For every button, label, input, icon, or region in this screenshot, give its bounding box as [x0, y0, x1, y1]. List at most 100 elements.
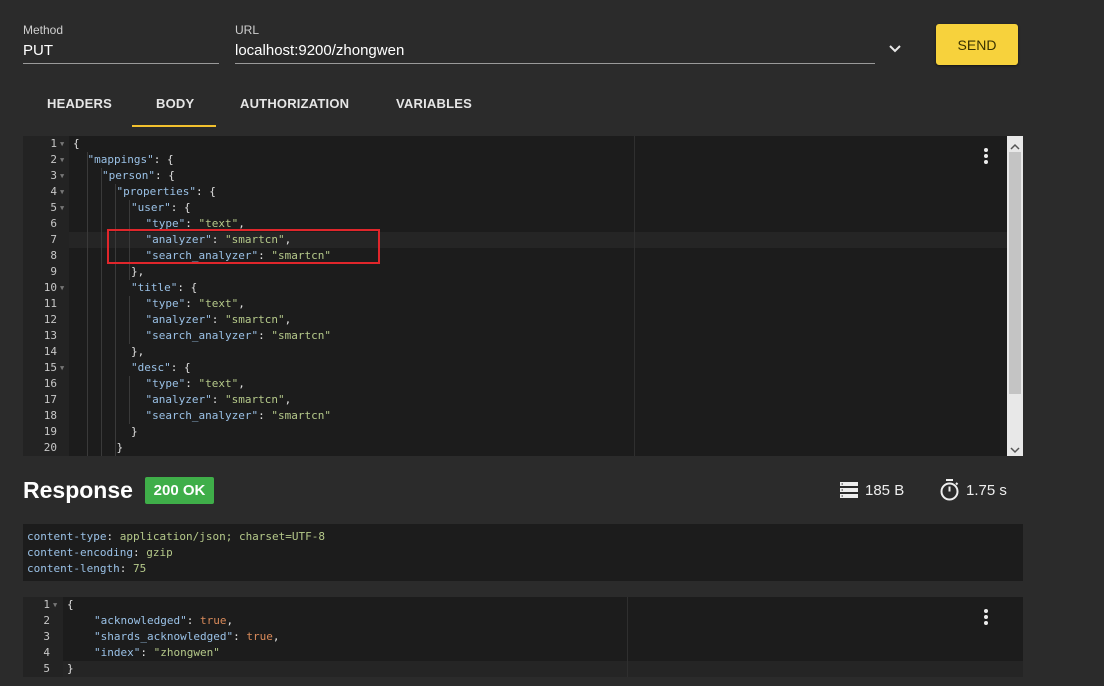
tab-headers[interactable]: HEADERS: [47, 96, 112, 111]
json-key: "type": [145, 297, 186, 310]
line-number: 12: [43, 313, 57, 326]
code-line: {: [73, 136, 80, 152]
json-punctuation: }: [67, 662, 74, 675]
status-badge: 200 OK: [145, 477, 214, 504]
json-key: "analyzer": [145, 393, 212, 406]
header-key: content-encoding: [27, 546, 133, 559]
line-number: 3: [50, 169, 57, 182]
code-line: "person": {: [102, 168, 175, 184]
response-body-editor[interactable]: 1 ▼ {2 "acknowledged": true, 3 "shards_acknow…: [23, 597, 1023, 677]
json-punctuation: ,: [238, 377, 245, 390]
header-value: application/json; charset=UTF-8: [119, 530, 326, 543]
line-number: 11: [43, 297, 57, 310]
fold-toggle-icon[interactable]: ▼: [60, 152, 64, 168]
line-number: 19: [43, 425, 57, 438]
tab-variables[interactable]: VARIABLES: [396, 96, 472, 111]
highlight-annotation-box: [107, 229, 380, 264]
json-string: "zhongwen": [153, 646, 220, 659]
line-number: 8: [50, 249, 57, 262]
json-string: "text": [198, 297, 239, 310]
scrollbar-thumb[interactable]: [1009, 152, 1021, 394]
fold-toggle-icon[interactable]: ▼: [60, 136, 64, 152]
json-string: "smartcn": [224, 393, 285, 406]
fold-toggle-icon[interactable]: ▼: [60, 360, 64, 376]
json-punctuation: ,: [284, 393, 292, 406]
code-line: "analyzer": "smartcn",: [146, 312, 292, 328]
code-line: "type": "text",: [146, 296, 245, 312]
json-key: "person": [102, 169, 155, 182]
json-key: "index": [94, 646, 141, 659]
response-print-margin: [627, 597, 628, 677]
active-tab-indicator: [132, 125, 216, 127]
stopwatch-icon: [939, 479, 960, 501]
line-number: 1: [50, 137, 57, 150]
body-scrollbar[interactable]: [1007, 136, 1023, 456]
header-key: content-type: [27, 530, 107, 543]
json-punctuation: :: [140, 646, 154, 659]
json-punctuation: {: [73, 137, 80, 150]
response-more-options-icon[interactable]: [984, 609, 988, 627]
fold-toggle-icon[interactable]: ▼: [60, 168, 64, 184]
url-input[interactable]: localhost:9200/zhongwen: [235, 42, 404, 59]
body-more-options-icon[interactable]: [984, 148, 988, 166]
json-punctuation: :: [258, 329, 272, 342]
json-string: "smartcn": [271, 329, 331, 342]
json-key: "user": [131, 201, 171, 214]
header-key: content-length: [27, 562, 120, 575]
method-underline: [23, 63, 219, 64]
json-key: "desc": [131, 361, 171, 374]
line-number: 5: [43, 662, 50, 675]
line-number: 3: [43, 630, 50, 643]
tab-body[interactable]: BODY: [156, 96, 194, 111]
response-title: Response: [23, 477, 133, 503]
json-boolean: true: [199, 614, 227, 627]
header-value: 75: [132, 562, 147, 575]
json-key: "search_analyzer": [145, 409, 259, 422]
line-number: 7: [50, 233, 57, 246]
json-key: "type": [145, 377, 186, 390]
json-punctuation: }: [116, 441, 124, 454]
code-line: "index": "zhongwen": [94, 645, 220, 661]
line-number: 6: [50, 217, 57, 230]
json-punctuation: :: [211, 393, 225, 406]
method-label: Method: [23, 23, 64, 37]
fold-toggle-icon[interactable]: ▼: [60, 200, 64, 216]
json-punctuation: },: [131, 265, 145, 278]
line-number: 16: [43, 377, 57, 390]
fold-toggle-icon[interactable]: ▼: [60, 280, 64, 296]
line-number: 1: [43, 598, 50, 611]
body-editor[interactable]: 1 ▼{2 ▼ "mappings": {3 ▼ "person": {4 ▼ "proper…: [23, 136, 1007, 456]
code-line: }: [131, 424, 138, 440]
json-punctuation: {: [67, 598, 74, 611]
response-time: 1.75 s: [966, 482, 1007, 499]
tab-authorization[interactable]: AUTHORIZATION: [240, 96, 349, 111]
response-active-line: [63, 661, 1023, 677]
header-row: content-encoding: gzip: [27, 546, 173, 559]
json-punctuation: :: [258, 409, 272, 422]
json-key: "title": [131, 281, 178, 294]
indent-guide: [87, 152, 88, 456]
fold-toggle-icon[interactable]: ▼: [60, 184, 64, 200]
json-punctuation: : {: [153, 153, 174, 166]
fold-toggle-icon[interactable]: ▼: [53, 597, 57, 613]
json-punctuation: :: [186, 614, 200, 627]
json-string: "smartcn": [224, 313, 285, 326]
json-key: "properties": [116, 185, 196, 198]
line-number: 20: [43, 441, 57, 454]
json-punctuation: : {: [195, 185, 216, 198]
json-punctuation: : {: [170, 201, 191, 214]
code-line: }: [117, 440, 124, 456]
json-boolean: true: [246, 630, 273, 643]
indent-guide: [115, 184, 116, 456]
scroll-down-icon[interactable]: [1009, 442, 1021, 460]
line-number: 9: [50, 265, 57, 278]
response-size: 185 B: [865, 482, 905, 499]
json-punctuation: : {: [170, 361, 191, 374]
json-punctuation: :: [185, 377, 199, 390]
send-button[interactable]: SEND: [936, 24, 1018, 65]
code-line: "desc": {: [131, 360, 191, 376]
json-punctuation: },: [131, 345, 145, 358]
code-line: "shards_acknowledged": true,: [94, 629, 279, 645]
method-field[interactable]: PUT: [23, 42, 53, 59]
chevron-down-icon[interactable]: [887, 42, 903, 56]
